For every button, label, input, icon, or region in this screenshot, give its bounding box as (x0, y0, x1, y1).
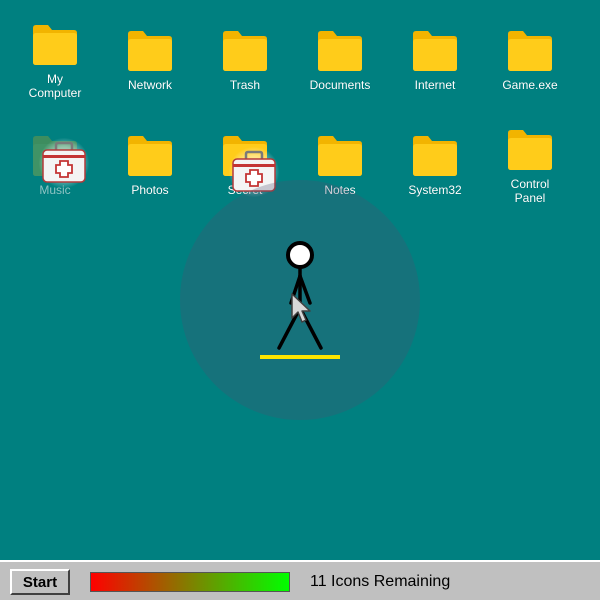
desktop: My Computer Network Trash Documents Inte… (0, 0, 600, 560)
folder-icon (126, 131, 174, 179)
health-bar-fill (91, 573, 289, 591)
icon-label: Internet (414, 78, 456, 92)
icon-label: Control Panel (510, 177, 550, 205)
desktop-icon-my-computer[interactable]: My Computer (8, 20, 102, 100)
medkit-pickup[interactable] (39, 138, 89, 188)
folder-icon (316, 131, 364, 179)
icon-label: My Computer (28, 72, 82, 100)
desktop-icon-system32[interactable]: System32 (388, 131, 482, 197)
desktop-icon-network[interactable]: Network (103, 26, 197, 92)
player-underline (260, 355, 340, 359)
icon-label: System32 (408, 183, 462, 197)
desktop-icon-trash[interactable]: Trash (198, 26, 292, 92)
health-bar (90, 572, 290, 592)
icon-label: Photos (131, 183, 169, 197)
icon-label: Network (127, 78, 172, 92)
desktop-icon-internet[interactable]: Internet (388, 26, 482, 92)
mouse-cursor-icon (291, 293, 311, 323)
desktop-icon-photos[interactable]: Photos (103, 131, 197, 197)
first-aid-kit-icon (41, 141, 87, 185)
folder-icon (411, 131, 459, 179)
icon-label: Trash (229, 78, 261, 92)
folder-icon (126, 26, 174, 74)
folder-icon (506, 125, 554, 173)
icon-label: Documents (309, 78, 371, 92)
start-button[interactable]: Start (10, 569, 70, 595)
taskbar: Start 11 Icons Remaining (0, 560, 600, 600)
folder-icon (221, 26, 269, 74)
desktop-icon-control-panel[interactable]: Control Panel (483, 125, 577, 205)
folder-icon (506, 26, 554, 74)
desktop-icon-game-exe[interactable]: Game.exe (483, 26, 577, 92)
folder-icon (316, 26, 364, 74)
desktop-icon-documents[interactable]: Documents (293, 26, 387, 92)
icon-label: Game.exe (502, 78, 558, 92)
folder-icon (31, 20, 79, 68)
folder-icon (411, 26, 459, 74)
icons-remaining-text: 11 Icons Remaining (310, 573, 451, 590)
